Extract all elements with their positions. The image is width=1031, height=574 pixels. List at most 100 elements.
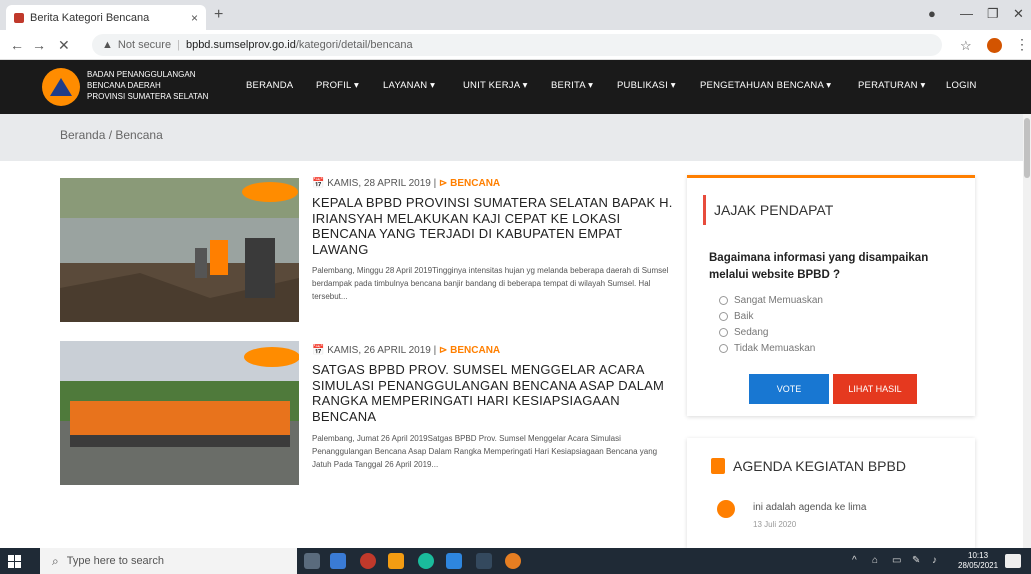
forward-icon[interactable]: → bbox=[32, 37, 46, 53]
radio-icon[interactable] bbox=[719, 296, 728, 305]
volume-icon[interactable]: ♪ bbox=[932, 555, 937, 566]
nav-unit-kerja[interactable]: UNIT KERJA ▾ bbox=[463, 80, 528, 91]
org-line-2: BENCANA DAERAH bbox=[87, 81, 161, 90]
taskbar-clock[interactable]: 10:13 28/05/2021 bbox=[958, 551, 998, 571]
security-warning: Not secure bbox=[117, 39, 172, 51]
org-line-3: PROVINSI SUMATERA SELATAN bbox=[87, 92, 209, 101]
radio-icon[interactable] bbox=[719, 312, 728, 321]
radio-icon[interactable] bbox=[719, 344, 728, 353]
article-1-title[interactable]: KEPALA BPBD PROVINSI SUMATERA SELATAN BA… bbox=[312, 195, 674, 257]
minimize-icon[interactable]: — bbox=[960, 6, 973, 21]
agenda-item-title[interactable]: ini adalah agenda ke lima bbox=[753, 502, 866, 513]
task-view-icon[interactable] bbox=[304, 553, 320, 569]
poll-option-label: Baik bbox=[734, 311, 754, 322]
article-2-title[interactable]: SATGAS BPBD PROV. SUMSEL MENGGELAR ACARA… bbox=[312, 362, 674, 424]
app-icon-red[interactable] bbox=[360, 553, 376, 569]
org-line-1: BADAN PENANGGULANGAN bbox=[87, 70, 196, 79]
search-icon: ⌕ bbox=[52, 553, 59, 568]
poll-option-4[interactable]: Tidak Memuaskan bbox=[719, 343, 815, 354]
view-results-button[interactable]: LIHAT HASIL bbox=[833, 374, 917, 404]
article-1-category[interactable]: BENCANA bbox=[450, 178, 500, 189]
nav-beranda[interactable]: BERANDA bbox=[246, 80, 293, 91]
simulation-photo bbox=[60, 341, 299, 485]
article-2-image[interactable] bbox=[60, 341, 299, 485]
article-2-meta: 📅 KAMIS, 26 APRIL 2019 | ⊳ BENCANA bbox=[312, 345, 500, 356]
poll-option-label: Sangat Memuaskan bbox=[734, 295, 823, 306]
back-icon[interactable]: ← bbox=[10, 37, 24, 53]
stop-icon[interactable]: ✕ bbox=[58, 37, 70, 54]
org-name: BADAN PENANGGULANGAN BENCANA DAERAH PROV… bbox=[87, 69, 217, 102]
logo-triangle-icon bbox=[50, 78, 72, 96]
article-2-date: KAMIS, 26 APRIL 2019 | bbox=[327, 345, 437, 356]
pen-icon[interactable]: ✎ bbox=[912, 555, 920, 566]
vote-button[interactable]: VOTE bbox=[749, 374, 829, 404]
folder-icon: ⊳ bbox=[438, 178, 448, 189]
favicon-icon bbox=[14, 12, 24, 23]
url-host: bpbd.sumselprov.go.id bbox=[185, 39, 296, 51]
new-tab-button[interactable]: + bbox=[214, 6, 223, 24]
taskbar-search[interactable]: ⌕ Type here to search bbox=[40, 548, 297, 574]
windows-taskbar: ⌕ Type here to search ^ ⌂ ▭ ✎ ♪ 10:13 28… bbox=[0, 548, 1031, 574]
browser-tab-bar: Berita Kategori Bencana × + ● — ❐ ✕ bbox=[0, 0, 1031, 30]
flood-photo bbox=[60, 178, 299, 322]
windows-start-icon[interactable] bbox=[8, 555, 21, 568]
address-bar-row: ← → ✕ ▲ Not secure | bpbd.sumselprov.go.… bbox=[0, 30, 1031, 60]
url-separator: | bbox=[177, 39, 180, 51]
calendar-icon: 📅 bbox=[312, 178, 325, 189]
article-2-excerpt: Palembang, Jumat 26 April 2019Satgas BPB… bbox=[312, 434, 658, 469]
restore-icon[interactable]: ❐ bbox=[987, 6, 999, 22]
search-placeholder: Type here to search bbox=[66, 555, 164, 567]
agenda-dot-icon bbox=[717, 500, 735, 518]
record-icon[interactable]: ● bbox=[928, 6, 936, 21]
radio-icon[interactable] bbox=[719, 328, 728, 337]
agenda-heading: AGENDA KEGIATAN BPBD bbox=[733, 458, 906, 474]
clock-time: 10:13 bbox=[968, 551, 989, 560]
poll-option-2[interactable]: Baik bbox=[719, 311, 753, 322]
bpbd-logo[interactable] bbox=[42, 68, 80, 106]
file-explorer-icon[interactable] bbox=[330, 553, 346, 569]
app-icon-firefox[interactable] bbox=[388, 553, 404, 569]
bookmark-star-icon[interactable]: ☆ bbox=[960, 38, 972, 54]
battery-icon[interactable]: ▭ bbox=[892, 555, 901, 566]
network-icon[interactable]: ⌂ bbox=[872, 555, 878, 566]
close-window-icon[interactable]: ✕ bbox=[1013, 6, 1024, 22]
profile-avatar[interactable] bbox=[987, 38, 1002, 53]
site-navbar: BADAN PENANGGULANGAN BENCANA DAERAH PROV… bbox=[0, 60, 1031, 114]
article-1-excerpt: Palembang, Minggu 28 April 2019Tingginya… bbox=[312, 266, 669, 301]
chrome-icon[interactable] bbox=[505, 553, 521, 569]
scrollbar-thumb[interactable] bbox=[1024, 118, 1030, 178]
folder-icon: ⊳ bbox=[438, 345, 448, 356]
article-1-image[interactable] bbox=[60, 178, 299, 322]
url-field[interactable]: ▲ Not secure | bpbd.sumselprov.go.id /ka… bbox=[92, 34, 942, 56]
poll-option-3[interactable]: Sedang bbox=[719, 327, 768, 338]
article-2-category[interactable]: BENCANA bbox=[450, 345, 500, 356]
page-scrollbar[interactable] bbox=[1023, 114, 1031, 548]
warning-icon: ▲ bbox=[102, 39, 113, 51]
tray-chevron-icon[interactable]: ^ bbox=[852, 555, 857, 566]
agenda-widget: AGENDA KEGIATAN BPBD ini adalah agenda k… bbox=[687, 438, 975, 548]
agenda-item-date: 13 Juli 2020 bbox=[753, 520, 797, 529]
notification-icon[interactable] bbox=[1005, 554, 1021, 568]
breadcrumb[interactable]: Beranda / Bencana bbox=[60, 128, 163, 142]
app-icon-dark[interactable] bbox=[476, 553, 492, 569]
nav-pengetahuan-bencana[interactable]: PENGETAHUAN BENCANA ▾ bbox=[700, 80, 831, 91]
url-path: /kategori/detail/bencana bbox=[295, 39, 413, 51]
calendar-icon: 📅 bbox=[312, 345, 325, 356]
nav-login[interactable]: LOGIN bbox=[946, 80, 977, 91]
breadcrumb-bar: Beranda / Bencana bbox=[0, 114, 1031, 161]
browser-menu-icon[interactable]: ⋮ bbox=[1015, 36, 1029, 53]
nav-peraturan[interactable]: PERATURAN ▾ bbox=[858, 80, 926, 91]
app-icon-blue[interactable] bbox=[446, 553, 462, 569]
poll-option-label: Sedang bbox=[734, 327, 769, 338]
nav-publikasi[interactable]: PUBLIKASI ▾ bbox=[617, 80, 676, 91]
edge-icon[interactable] bbox=[418, 553, 434, 569]
poll-widget: JAJAK PENDAPAT Bagaimana informasi yang … bbox=[687, 175, 975, 416]
nav-profil[interactable]: PROFIL ▾ bbox=[316, 80, 359, 91]
calendar-icon bbox=[711, 458, 725, 474]
browser-tab[interactable]: Berita Kategori Bencana × bbox=[6, 5, 206, 30]
poll-question: Bagaimana informasi yang disampaikan mel… bbox=[709, 252, 929, 281]
nav-layanan[interactable]: LAYANAN ▾ bbox=[383, 80, 435, 91]
poll-option-1[interactable]: Sangat Memuaskan bbox=[719, 295, 823, 306]
tab-close-icon[interactable]: × bbox=[191, 11, 198, 25]
nav-berita[interactable]: BERITA ▾ bbox=[551, 80, 593, 91]
